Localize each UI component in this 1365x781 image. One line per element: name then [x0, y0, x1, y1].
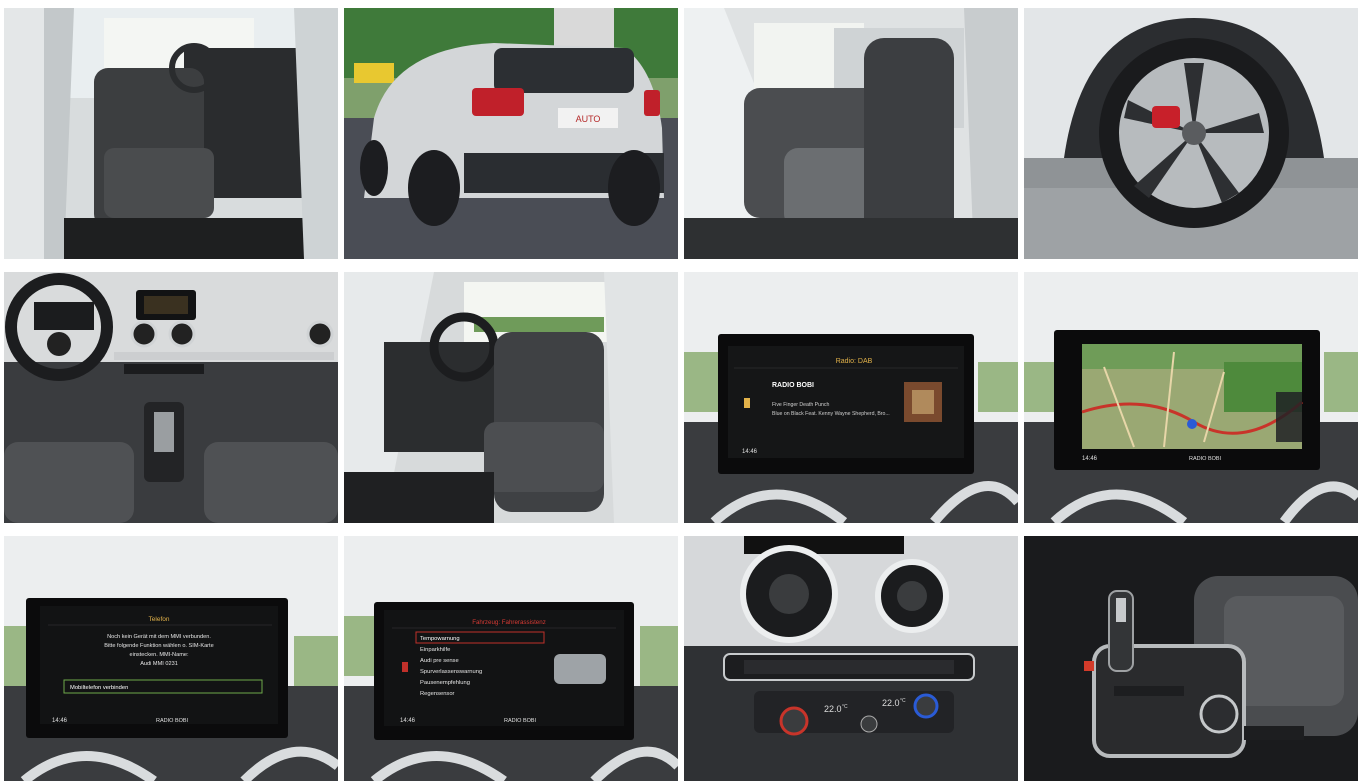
assist-time: 14:46	[400, 718, 416, 724]
photo-radio-screen[interactable]: Radio: DAB RADIO BOBI Five Finger Death …	[684, 272, 1018, 523]
photo-navigation-screen[interactable]: 14:46 RADIO BOBI	[1024, 272, 1358, 523]
assist-item-4: Spurverlassenswarnung	[420, 669, 482, 675]
telefon-option: Mobiltelefon verbinden	[70, 685, 128, 691]
telefon-message-2: Bitte folgende Funktion wählen o. SIM-Ka…	[104, 643, 213, 649]
telefon-message-4: Audi MMI 0231	[140, 661, 178, 667]
driver-seat-image	[344, 272, 678, 523]
rear-seats-image	[684, 8, 1018, 259]
photo-interior-front-door[interactable]	[4, 8, 338, 259]
telefon-message-1: Noch kein Gerät mit dem MMI verbunden.	[107, 634, 211, 640]
photo-dashboard[interactable]	[4, 272, 338, 523]
telefon-header: Telefon	[149, 616, 170, 623]
photo-assist-screen[interactable]: Fahrzeug: Fahrerassistenz Tempowarnung E…	[344, 536, 678, 781]
radio-line1: Five Finger Death Punch	[772, 402, 829, 408]
assist-item-1: Tempowarnung	[420, 636, 460, 642]
photo-exterior-rear[interactable]: AUTO	[344, 8, 678, 259]
interior-front-door-image	[4, 8, 338, 259]
assist-screen-image: Fahrzeug: Fahrerassistenz Tempowarnung E…	[344, 536, 678, 781]
climate-right-unit: °C	[900, 698, 906, 704]
telefon-time: 14:46	[52, 718, 68, 724]
climate-left-unit: °C	[842, 704, 848, 710]
exterior-rear-image: AUTO	[344, 8, 678, 259]
radio-time: 14:46	[742, 449, 758, 455]
photo-gear-shift[interactable]	[1024, 536, 1358, 781]
assist-item-2: Einparkhilfe	[420, 647, 450, 653]
photo-climate-control[interactable]: 22.0 °C 22.0 °C	[684, 536, 1018, 781]
assist-source: RADIO BOBI	[504, 718, 537, 724]
assist-item-6: Regensensor	[420, 691, 455, 697]
photo-driver-seat[interactable]	[344, 272, 678, 523]
radio-screen-image: Radio: DAB RADIO BOBI Five Finger Death …	[684, 272, 1018, 523]
radio-station: RADIO BOBI	[772, 382, 814, 389]
license-plate-text: AUTO	[576, 114, 601, 124]
radio-line2: Blue on Black Feat. Kenny Wayne Shepherd…	[772, 411, 890, 417]
radio-header: Radio: DAB	[836, 358, 873, 365]
gear-shift-image	[1024, 536, 1358, 781]
climate-right-temp: 22.0	[882, 698, 900, 708]
nav-time: 14:46	[1082, 456, 1098, 462]
dashboard-image	[4, 272, 338, 523]
assist-header: Fahrzeug: Fahrerassistenz	[472, 619, 546, 626]
nav-source: RADIO BOBI	[1189, 456, 1222, 462]
wheel-image	[1024, 8, 1358, 259]
photo-rear-seats[interactable]	[684, 8, 1018, 259]
telefon-source: RADIO BOBI	[156, 718, 189, 724]
photo-wheel[interactable]	[1024, 8, 1358, 259]
telefon-screen-image: Telefon Noch kein Gerät mit dem MMI verb…	[4, 536, 338, 781]
photo-telefon-screen[interactable]: Telefon Noch kein Gerät mit dem MMI verb…	[4, 536, 338, 781]
navigation-screen-image: 14:46 RADIO BOBI	[1024, 272, 1358, 523]
climate-control-image: 22.0 °C 22.0 °C	[684, 536, 1018, 781]
assist-item-3: Audi pre sense	[420, 658, 459, 664]
telefon-message-3: einstecken. MMI-Name:	[129, 652, 189, 658]
assist-item-5: Pausenempfehlung	[420, 680, 470, 686]
climate-left-temp: 22.0	[824, 704, 842, 714]
